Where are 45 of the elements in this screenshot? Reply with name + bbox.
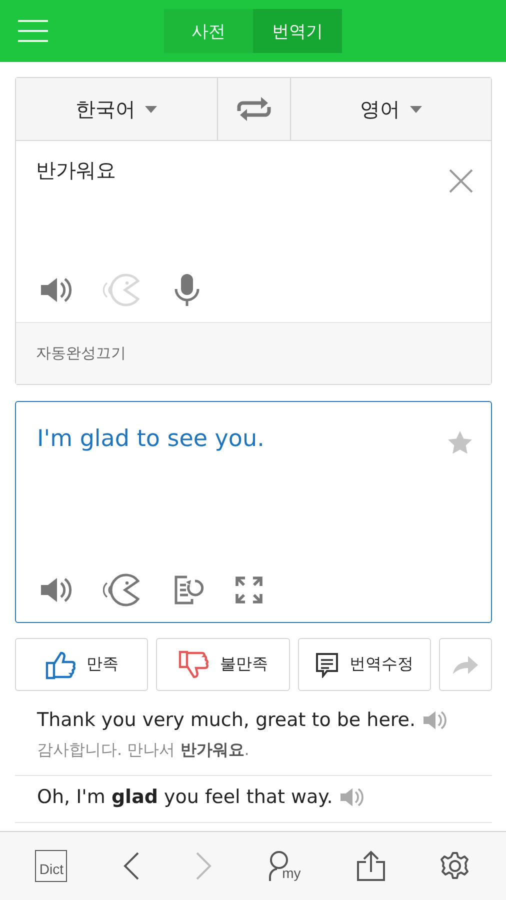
translation-text: I'm glad to see you. xyxy=(37,426,264,452)
pronunciation-icon xyxy=(103,573,143,607)
expand-button[interactable] xyxy=(235,576,263,604)
speaker-icon xyxy=(338,786,364,808)
pronunciation-icon xyxy=(103,273,143,307)
autocomplete-toggle[interactable]: 자동완성끄기 xyxy=(36,344,126,363)
pronounce-button[interactable] xyxy=(103,573,143,607)
edit-button[interactable]: 번역수정 xyxy=(298,638,431,691)
swap-button[interactable] xyxy=(216,78,290,140)
thumbs-down-icon xyxy=(178,650,210,680)
speaker-icon xyxy=(422,709,448,732)
star-icon xyxy=(447,430,473,455)
caret-icon xyxy=(145,106,158,112)
document-refresh-icon xyxy=(173,574,205,606)
my-nav-button[interactable]: my xyxy=(268,850,301,882)
settings-icon xyxy=(440,851,470,881)
speak-button[interactable] xyxy=(39,275,73,305)
expand-icon xyxy=(235,576,263,604)
dislike-button[interactable]: 불만족 xyxy=(156,638,290,691)
example-sentence: Oh, I'm glad you feel that way. xyxy=(37,786,333,808)
dict-nav-button[interactable]: Dict xyxy=(35,850,68,882)
my-label: my xyxy=(282,865,301,881)
back-nav-button[interactable] xyxy=(122,851,140,881)
microphone-icon xyxy=(173,273,201,307)
speaker-icon xyxy=(39,575,73,605)
like-button[interactable]: 만족 xyxy=(15,638,148,691)
source-text-field[interactable]: 반가워요 xyxy=(36,157,471,184)
rewrite-button[interactable] xyxy=(173,574,205,606)
example-translation: 감사합니다. 만나서 반가워요. xyxy=(37,740,250,760)
back-icon xyxy=(122,851,140,881)
share-nav-button[interactable] xyxy=(356,850,386,882)
caret-icon xyxy=(410,106,422,112)
speak-button[interactable] xyxy=(39,575,73,605)
comment-lines-icon xyxy=(315,652,340,678)
mic-button[interactable] xyxy=(173,273,201,307)
thumbs-up-icon xyxy=(44,650,77,680)
share-icon xyxy=(356,850,386,882)
forward-icon xyxy=(195,851,214,881)
forward-arrow-icon xyxy=(451,654,480,676)
swap-icon xyxy=(234,95,272,123)
example-sentence: Thank you very much, great to be here. xyxy=(37,709,416,732)
speaker-icon xyxy=(39,275,73,305)
close-icon xyxy=(449,169,473,193)
settings-nav-button[interactable] xyxy=(440,851,470,881)
dict-label: Dict xyxy=(39,861,64,877)
